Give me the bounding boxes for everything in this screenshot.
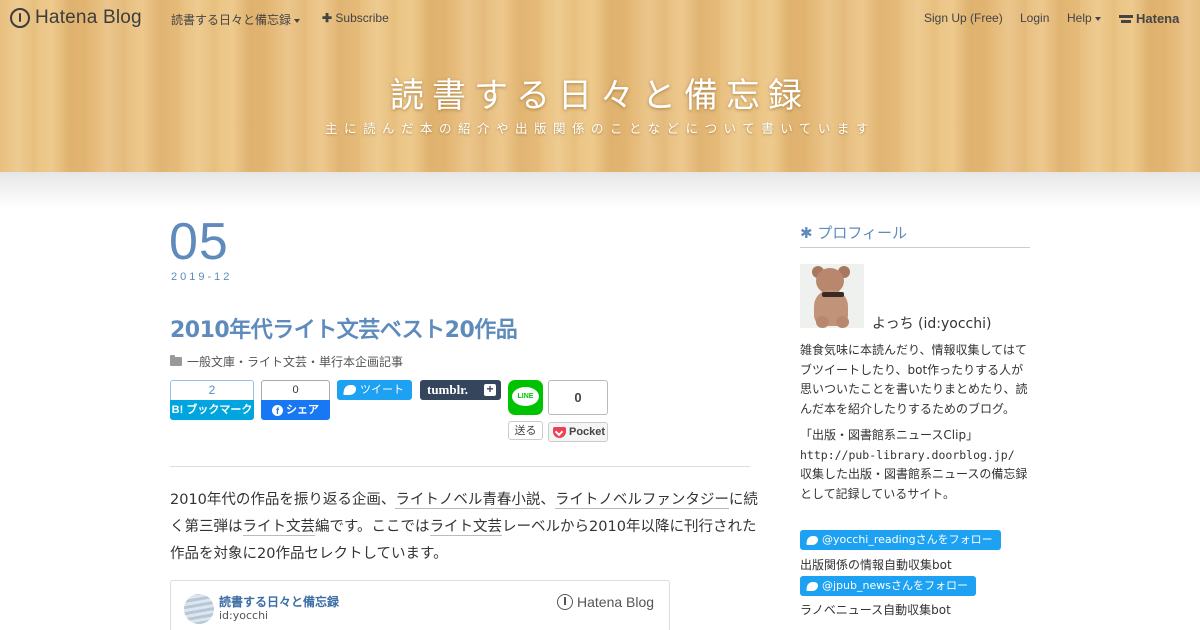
help-label: Help	[1067, 11, 1092, 25]
body-text: 、	[540, 492, 555, 508]
brand-text: Hatena Blog	[35, 7, 142, 28]
body-link[interactable]: ライト文芸	[429, 519, 503, 536]
tweet-label: ツイート	[360, 383, 404, 396]
line-share-button[interactable]: LINE	[508, 380, 543, 415]
body-text: 編です。ここでは	[315, 519, 430, 535]
line-icon: LINE	[512, 387, 539, 406]
tumblr-label: tumblr.	[427, 382, 469, 397]
category-label: 一般文庫・ライト文芸・単行本企画記事	[187, 355, 404, 369]
hatena-label: Hatena	[1136, 11, 1180, 26]
blog-menu-label: 読書する日々と備忘録	[171, 13, 292, 27]
hatena-bookmark-count[interactable]: 2	[170, 380, 254, 400]
line-send-button[interactable]: 送る	[508, 421, 543, 440]
twitter-bird-icon	[343, 385, 357, 395]
hatena-blog-logo[interactable]: Hatena Blog	[10, 7, 142, 29]
facebook-share-button[interactable]: 0 f シェア	[261, 380, 330, 420]
plus-icon: ✚	[322, 11, 333, 25]
entry-title[interactable]: 2010年代ライト文芸ベスト20作品	[170, 312, 518, 344]
twitter-bird-icon	[806, 581, 819, 591]
bot-label: ラノベニュース自動収集bot	[800, 603, 951, 617]
profile-bio: 雑食気味に本読んだり、情報収集してはてブツイートしたり、bot作ったりする人が思…	[800, 343, 1028, 416]
avatar[interactable]	[800, 264, 864, 328]
entry-divider	[170, 466, 750, 467]
header-shadow	[0, 172, 1200, 208]
pocket-button[interactable]: Pocket	[548, 422, 608, 442]
facebook-icon: f	[272, 405, 283, 416]
profile-description: 雑食気味に本読んだり、情報収集してはてブツイートしたり、bot作ったりする人が思…	[800, 341, 1032, 504]
global-header: Hatena Blog 読書する日々と備忘録 ✚ Subscribe Sign …	[0, 0, 1200, 36]
hatena-bookmark-button[interactable]: 2 B! ブックマーク	[170, 380, 254, 420]
blog-description: 主に読んだ本の紹介や出版関係のことなどについて書いています	[325, 121, 875, 136]
subscribe-button[interactable]: ✚ Subscribe	[322, 11, 389, 25]
hatena-mark-icon	[1119, 13, 1133, 25]
blog-title[interactable]: 読書する日々と備忘録	[0, 68, 1200, 117]
entry-date-day[interactable]: 05	[169, 212, 229, 272]
chevron-down-icon	[294, 18, 301, 23]
folder-icon	[170, 355, 182, 366]
body-link[interactable]: ライト文芸	[242, 519, 315, 536]
tweet-button[interactable]: ツイート	[337, 380, 412, 400]
card-hatena-blog-logo: Hatena Blog	[557, 594, 654, 610]
card-user-id: id:yocchi	[219, 609, 269, 622]
follow-label: @yocchi_readingさんをフォロー	[822, 533, 993, 546]
hatena-blog-icon	[557, 594, 573, 610]
facebook-share-label: シェア	[286, 404, 319, 416]
subscribe-label: Subscribe	[335, 11, 389, 25]
plus-icon: +	[484, 383, 496, 396]
card-avatar	[184, 594, 214, 624]
pocket-label: Pocket	[569, 426, 606, 438]
pocket-icon	[553, 426, 566, 438]
blog-menu[interactable]: 読書する日々と備忘録	[171, 11, 301, 28]
hatena-bookmark-label: B! ブックマーク	[170, 400, 254, 420]
entry-category[interactable]: 一般文庫・ライト文芸・単行本企画記事	[170, 353, 403, 370]
follow-button[interactable]: @yocchi_readingさんをフォロー	[800, 530, 1001, 550]
hatena-blog-icon	[10, 8, 30, 28]
twitter-bird-icon	[806, 535, 819, 545]
clip-url[interactable]: http://pub-library.doorblog.jp/	[800, 446, 1032, 466]
entry-date-year-month[interactable]: 2019-12	[171, 271, 232, 283]
body-link[interactable]: ライトノベル青春小説	[395, 492, 541, 509]
card-brand-text: Hatena Blog	[577, 594, 655, 610]
blog-card-embed[interactable]: 読書する日々と備忘録 id:yocchi Hatena Blog	[170, 580, 670, 630]
clip-title: 「出版・図書館系ニュースClip」	[800, 428, 979, 442]
login-link[interactable]: Login	[1020, 11, 1049, 25]
signup-link[interactable]: Sign Up (Free)	[924, 11, 1003, 25]
pocket-count: 0	[548, 380, 608, 415]
hatena-logo[interactable]: Hatena	[1119, 11, 1179, 26]
help-menu[interactable]: Help	[1067, 11, 1101, 25]
body-text: 2010年代の作品を振り返る企画、	[170, 492, 396, 508]
follow-label: @jpub_newsさんをフォロー	[822, 579, 968, 592]
clip-description: 収集した出版・図書館系ニュースの備忘録として記録しているサイト。	[800, 467, 1028, 501]
body-link[interactable]: ライトノベルファンタジー	[554, 492, 729, 509]
avatar-bear-leg	[816, 316, 829, 328]
profile-name[interactable]: よっち (id:yocchi)	[872, 313, 991, 333]
entry-body: 2010年代の作品を振り返る企画、ライトノベル青春小説、ライトノベルファンタジー…	[170, 487, 760, 568]
card-title[interactable]: 読書する日々と備忘録	[219, 593, 339, 610]
bot-label: 出版関係の情報自動収集bot	[800, 558, 952, 572]
tumblr-share-button[interactable]: tumblr. +	[420, 380, 501, 400]
facebook-share-label-wrap: f シェア	[261, 400, 330, 420]
avatar-bear-scarf	[822, 292, 844, 297]
follow-button[interactable]: @jpub_newsさんをフォロー	[800, 576, 976, 596]
chevron-down-icon	[1094, 16, 1101, 21]
facebook-share-count: 0	[261, 380, 330, 400]
profile-heading: ✱ プロフィール	[800, 222, 1030, 248]
avatar-bear-leg	[836, 316, 849, 328]
